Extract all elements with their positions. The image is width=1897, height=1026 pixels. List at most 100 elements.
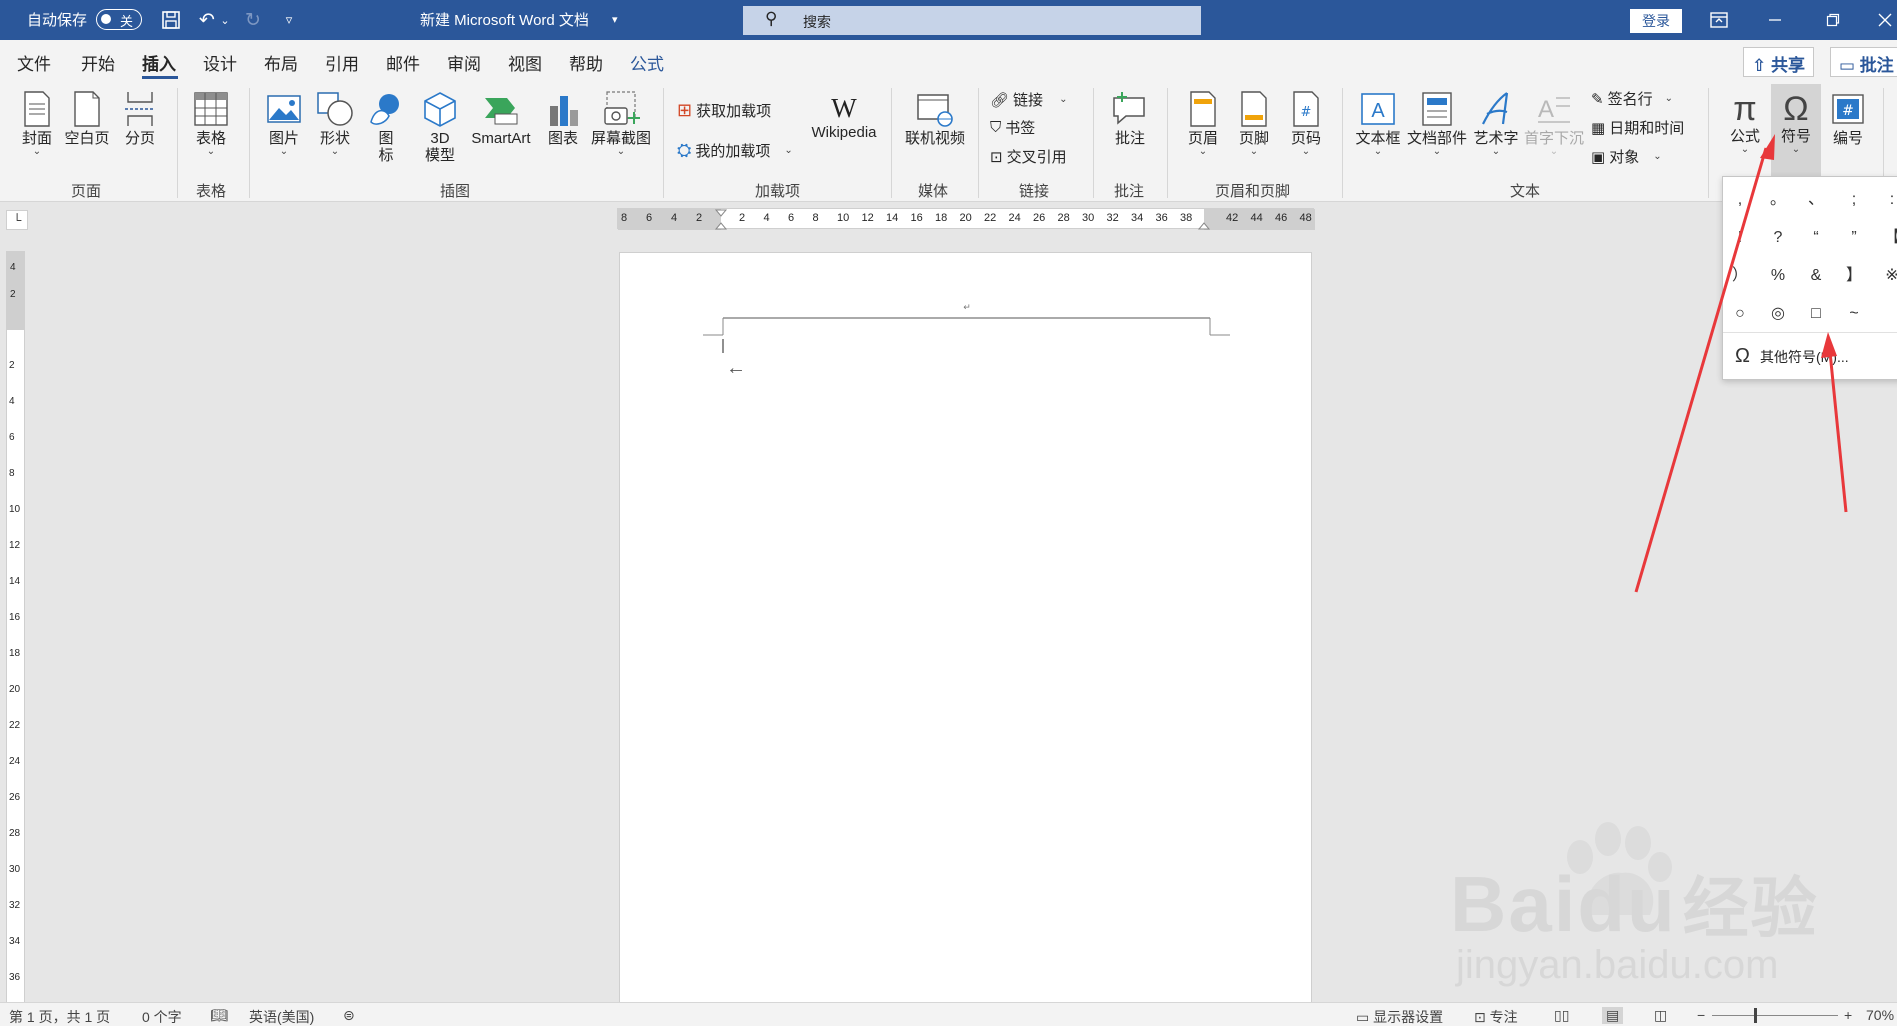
tab-layout[interactable]: 布局	[264, 50, 298, 75]
close-icon[interactable]	[1872, 8, 1897, 32]
new-comment-button[interactable]: 批注	[1106, 90, 1154, 147]
symbol-button[interactable]: Ω 符号 ⌄	[1771, 90, 1821, 155]
tab-insert[interactable]: 插入	[142, 50, 176, 75]
symbol-cell[interactable]: !	[1725, 223, 1755, 253]
tab-equation[interactable]: 公式	[630, 50, 664, 75]
accessibility-icon[interactable]: ⊜	[343, 1007, 355, 1024]
shapes-button[interactable]: 形状 ⌄	[313, 90, 357, 157]
zoom-slider-thumb[interactable]	[1754, 1008, 1757, 1023]
symbol-cell[interactable]: ※	[1877, 261, 1897, 291]
page-count[interactable]: 第 1 页，共 1 页	[9, 1007, 110, 1026]
save-icon[interactable]	[158, 8, 184, 32]
my-addins-button[interactable]: ⛭ 我的加载项 ⌄	[677, 140, 793, 161]
login-button[interactable]: 登录	[1630, 9, 1682, 33]
ribbon-display-options-icon[interactable]	[1706, 8, 1732, 32]
icons-button[interactable]: 图标	[366, 90, 406, 164]
symbol-cell[interactable]: 【	[1877, 223, 1897, 253]
get-addins-button[interactable]: ⊞ 获取加载项	[677, 100, 771, 121]
symbol-cell[interactable]: ;	[1839, 185, 1869, 215]
chart-button[interactable]: 图表	[543, 90, 583, 147]
bookmark-button[interactable]: ⛉ 书签	[990, 117, 1035, 138]
display-settings-button[interactable]: ▭ 显示器设置	[1356, 1007, 1443, 1026]
cover-page-label: 封面	[21, 130, 52, 147]
share-button[interactable]: ⇧ 共享	[1743, 47, 1814, 77]
signature-line-button[interactable]: ✎ 签名行 ⌄	[1591, 88, 1673, 109]
restore-icon[interactable]	[1820, 8, 1846, 32]
read-mode-icon[interactable]: ▯▯	[1554, 1007, 1569, 1024]
blank-page-button[interactable]: 空白页	[63, 90, 111, 147]
symbol-cell[interactable]: ”	[1839, 223, 1869, 253]
quick-parts-button[interactable]: 文档部件 ⌄	[1405, 90, 1469, 157]
comments-button[interactable]: ▭ 批注	[1830, 47, 1897, 77]
page-break-button[interactable]: 分页	[120, 90, 160, 147]
zoom-out-button[interactable]: −	[1697, 1007, 1705, 1023]
document-page[interactable]: ↵ ←	[619, 252, 1312, 1012]
symbol-cell[interactable]: ◎	[1763, 299, 1793, 329]
symbol-cell[interactable]: ?	[1763, 223, 1793, 253]
symbol-cell[interactable]: ）	[1725, 261, 1755, 291]
language-indicator[interactable]: 英语(美国)	[249, 1007, 314, 1026]
wordart-button[interactable]: 艺术字 ⌄	[1471, 90, 1521, 157]
link-button[interactable]: 🔗︎ 链接 ⌄	[990, 89, 1067, 110]
cross-reference-button[interactable]: ⊡ 交叉引用	[990, 146, 1067, 167]
word-count[interactable]: 0 个字	[142, 1007, 182, 1026]
symbol-cell[interactable]: ,	[1725, 185, 1755, 215]
more-symbols-button[interactable]: Ω 其他符号(M)...	[1735, 345, 1849, 368]
symbol-cell[interactable]: 。	[1763, 185, 1793, 215]
zoom-in-button[interactable]: +	[1844, 1007, 1852, 1023]
back-arrow-icon[interactable]: ←	[726, 357, 746, 380]
table-button[interactable]: 表格 ⌄	[190, 90, 232, 157]
smartart-button[interactable]: SmartArt	[466, 90, 536, 147]
symbol-cell[interactable]: □	[1801, 299, 1831, 329]
tab-mailings[interactable]: 邮件	[386, 50, 420, 75]
web-layout-icon[interactable]: ◫	[1654, 1007, 1667, 1024]
3d-models-label-2: 模型	[424, 147, 455, 164]
undo-dropdown-icon[interactable]: ⌄	[218, 8, 232, 32]
symbol-cell[interactable]: :	[1877, 185, 1897, 215]
zoom-level[interactable]: 70%	[1866, 1007, 1894, 1023]
online-video-button[interactable]: 联机视频	[902, 90, 968, 147]
wikipedia-button[interactable]: W Wikipedia	[806, 92, 882, 141]
proofing-icon[interactable]: 📖︎	[210, 1007, 228, 1024]
screenshot-button[interactable]: 屏幕截图 ⌄	[590, 90, 652, 157]
search-box[interactable]: ⚲ 搜索	[743, 6, 1201, 35]
picture-button[interactable]: 图片 ⌄	[262, 90, 306, 157]
footer-button[interactable]: 页脚 ⌄	[1232, 90, 1276, 157]
header-button[interactable]: 页眉 ⌄	[1181, 90, 1225, 157]
print-layout-icon[interactable]: ▤	[1602, 1007, 1624, 1024]
screenshot-icon	[604, 91, 640, 125]
symbol-cell[interactable]: 、	[1801, 185, 1831, 215]
text-box-button[interactable]: A 文本框 ⌄	[1353, 90, 1403, 157]
undo-icon[interactable]: ↶	[194, 8, 220, 32]
zoom-slider[interactable]	[1712, 1015, 1838, 1016]
tab-design[interactable]: 设计	[203, 50, 237, 75]
vertical-ruler[interactable]: 4 2 2 4 6 8 10 12 14 16 18 20 22 24 26 28 30 32 34 36	[6, 251, 25, 1011]
symbol-cell[interactable]: “	[1801, 223, 1831, 253]
equation-button[interactable]: π 公式 ⌄	[1722, 90, 1768, 155]
page-number-button[interactable]: # 页码 ⌄	[1284, 90, 1328, 157]
autosave-toggle[interactable]: 关	[96, 9, 142, 30]
customize-quick-access-icon[interactable]: ▿	[276, 8, 302, 32]
tab-view[interactable]: 视图	[508, 50, 542, 75]
symbol-cell[interactable]: ○	[1725, 299, 1755, 329]
tab-home[interactable]: 开始	[81, 50, 115, 75]
object-button[interactable]: ▣ 对象 ⌄	[1591, 146, 1662, 167]
symbol-cell[interactable]: %	[1763, 261, 1793, 291]
3d-models-button[interactable]: 3D 模型	[418, 90, 462, 164]
cover-page-button[interactable]: 封面 ⌄	[17, 90, 57, 157]
symbol-cell[interactable]: 】	[1839, 261, 1869, 291]
numbering-button[interactable]: # 编号	[1825, 90, 1871, 147]
tab-review[interactable]: 审阅	[447, 50, 481, 75]
title-dropdown-icon[interactable]: ▾	[612, 13, 618, 26]
search-input[interactable]: 搜索	[803, 12, 831, 32]
horizontal-ruler[interactable]: 8 6 4 2 2 4 6 8 10 12 14 16 18 20 22 24 26 28 30 32 34 36 38 42…	[617, 208, 1315, 230]
tab-help[interactable]: 帮助	[569, 50, 603, 75]
symbol-cell[interactable]: ~	[1839, 299, 1869, 329]
date-time-button[interactable]: ▦ 日期和时间	[1591, 117, 1684, 138]
tab-stop-selector[interactable]: └	[6, 210, 28, 230]
tab-references[interactable]: 引用	[325, 50, 359, 75]
tab-file[interactable]: 文件	[17, 50, 51, 75]
focus-button[interactable]: ⊡ 专注	[1474, 1007, 1518, 1026]
minimize-icon[interactable]	[1762, 8, 1788, 32]
symbol-cell[interactable]: &	[1801, 261, 1831, 291]
